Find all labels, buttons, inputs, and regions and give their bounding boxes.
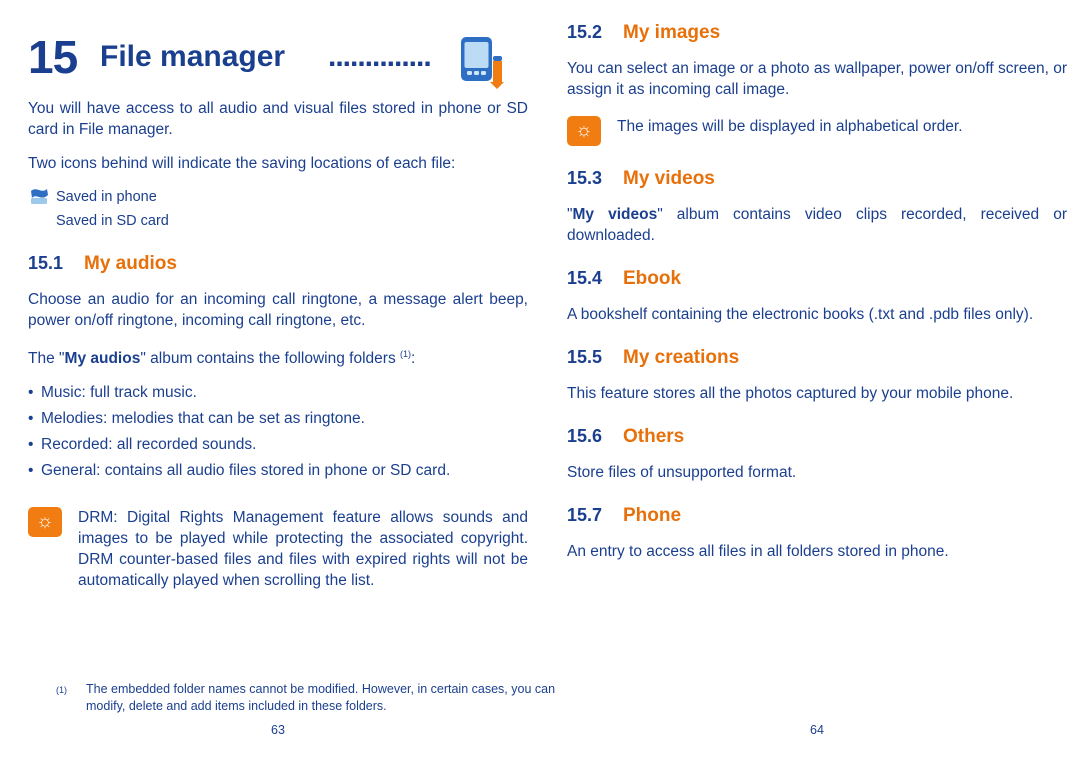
section-number-15-3: 15.3 (567, 168, 603, 188)
tip-box-images: ☼ The images will be displayed in alphab… (567, 116, 1067, 146)
location-row-phone: Saved in phone (28, 187, 528, 207)
tip-bulb-icon: ☼ (567, 116, 605, 146)
bullet-icon: • (28, 436, 34, 454)
phone-memory-icon (28, 187, 56, 207)
page-number-right: 64 (810, 723, 824, 737)
location-label-phone: Saved in phone (56, 189, 157, 205)
tip-text-images: The images will be displayed in alphabet… (617, 118, 963, 135)
my-audios-paragraph-1: Choose an audio for an incoming call rin… (28, 291, 528, 329)
others-paragraph-1: Store files of unsupported format. (567, 464, 797, 481)
bullet-icon: • (28, 462, 34, 480)
chapter-header: 15 File manager .............. (28, 26, 528, 98)
section-title-my-creations: My creations (623, 347, 740, 368)
list-item-label: General: contains all audio files stored… (41, 462, 451, 480)
section-title-my-videos: My videos (623, 168, 715, 189)
intro-paragraph: You will have access to all audio and vi… (28, 100, 528, 138)
bullet-icon: • (28, 384, 34, 402)
tip-box-drm: ☼ DRM: Digital Rights Management feature… (28, 507, 528, 591)
my-videos-paragraph-1: "My videos" album contains video clips r… (567, 204, 1067, 246)
manual-page: 15 File manager .............. You will … (0, 0, 1080, 767)
phone-paragraph-1: An entry to access all files in all fold… (567, 543, 949, 560)
my-creations-paragraph-1: This feature stores all the photos captu… (567, 385, 1014, 402)
list-item-label: Melodies: melodies that can be set as ri… (41, 410, 365, 428)
my-images-paragraph-1: You can select an image or a photo as wa… (567, 60, 1067, 98)
lead-suffix: " album contains the following folders (140, 350, 400, 368)
section-heading-my-videos: 15.3 My videos (567, 168, 1067, 190)
list-item: • Music: full track music. (28, 382, 528, 403)
chapter-number: 15 (28, 31, 78, 83)
chapter-dot-leader: .............. (328, 40, 432, 73)
list-item: • General: contains all audio files stor… (28, 460, 528, 481)
videos-bold-term: My videos (572, 206, 658, 223)
page-number-left: 63 (271, 723, 285, 737)
list-item: • Recorded: all recorded sounds. (28, 434, 528, 455)
section-number-15-2: 15.2 (567, 22, 603, 42)
tip-text-drm: DRM: Digital Rights Management feature a… (78, 509, 528, 590)
list-item-label: Recorded: all recorded sounds. (41, 436, 257, 454)
left-column: 15 File manager .............. You will … (28, 0, 555, 767)
ebook-paragraph-1: A bookshelf containing the electronic bo… (567, 306, 1034, 323)
footnote-text: The embedded folder names cannot be modi… (86, 682, 556, 713)
lead-bold-term: My audios (64, 350, 141, 368)
section-title-my-images: My images (623, 22, 721, 43)
section-number-15-5: 15.5 (567, 347, 603, 367)
chapter-title: File manager (100, 40, 286, 73)
section-heading-my-creations: 15.5 My creations (567, 347, 1067, 369)
lead-prefix: The " (28, 350, 65, 368)
mobile-phone-icon (452, 34, 510, 92)
section-title-ebook: Ebook (623, 268, 682, 289)
location-row-sdcard: Saved in SD card (28, 211, 528, 231)
bullet-icon: • (28, 410, 34, 428)
section-heading-ebook: 15.4 Ebook (567, 268, 1067, 290)
section-title-my-audios: My audios (84, 253, 177, 274)
section-heading-others: 15.6 Others (567, 426, 1067, 448)
right-column: 15.2 My images You can select an image o… (567, 0, 1067, 767)
section-number-15-7: 15.7 (567, 505, 603, 525)
section-title-phone: Phone (623, 505, 682, 526)
icons-note-paragraph: Two icons behind will indicate the savin… (28, 155, 456, 172)
section-title-others: Others (623, 426, 685, 447)
footnote-reference: (1) (400, 349, 411, 359)
list-item: • Melodies: melodies that can be set as … (28, 408, 528, 429)
section-heading-phone: 15.7 Phone (567, 505, 1067, 527)
list-item-label: Music: full track music. (41, 384, 197, 402)
tip-bulb-icon: ☼ (28, 507, 66, 538)
lead-end: : (411, 350, 416, 368)
my-audios-folders-lead: The "My audios" album contains the follo… (28, 344, 528, 369)
section-number-15-6: 15.6 (567, 426, 603, 446)
section-heading-my-images: 15.2 My images (567, 22, 1067, 44)
location-label-sdcard: Saved in SD card (56, 213, 169, 229)
section-number-15-1: 15.1 (28, 253, 64, 273)
footnote: (1) The embedded folder names cannot be … (56, 681, 556, 715)
section-number-15-4: 15.4 (567, 268, 603, 288)
footnote-marker: (1) (56, 685, 67, 695)
section-heading-my-audios: 15.1 My audios (28, 253, 528, 275)
